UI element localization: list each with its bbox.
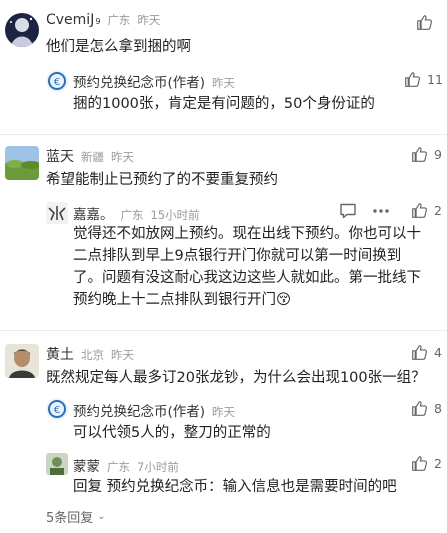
more-button[interactable]	[371, 202, 391, 220]
username[interactable]: 预约兑换纪念币(作者)	[73, 71, 205, 91]
author-avatar-image: €	[46, 398, 68, 420]
username[interactable]: 蒙蒙	[73, 455, 100, 475]
thumbs-up-icon	[412, 147, 428, 162]
like-button[interactable]: 9	[411, 146, 442, 163]
avatar[interactable]	[5, 344, 39, 378]
author-avatar-image: €	[46, 70, 68, 92]
reply-meta: 蒙蒙 广东 7小时前	[73, 455, 179, 475]
username[interactable]: CvemiJ	[46, 12, 94, 28]
like-count: 8	[434, 401, 442, 416]
kissing-emoji: 😚	[276, 292, 292, 308]
thumbs-up-icon	[412, 203, 428, 218]
more-replies-label: 5条回复	[46, 511, 94, 526]
like-button[interactable]: 11	[404, 71, 443, 88]
reply-meta: 预约兑换纪念币(作者) 昨天	[73, 71, 235, 91]
avatar[interactable]	[5, 13, 39, 47]
comment-item: CvemiJ 9 广东 昨天 他们是怎么拿到捆的啊 € 预约兑换纪念币(作者) 昨…	[0, 0, 447, 140]
like-count: 4	[434, 345, 442, 360]
like-count: 11	[427, 72, 443, 87]
avatar[interactable]	[46, 202, 68, 224]
thumbs-up-icon	[412, 456, 428, 471]
timestamp: 昨天	[212, 405, 236, 419]
avatar[interactable]: €	[46, 398, 68, 420]
more-dots-icon	[373, 209, 389, 213]
comment-meta: 黄土 北京 昨天	[46, 344, 134, 364]
reply-text: 捆的1000张，肯定是有问题的，50个身份证的	[73, 96, 375, 112]
reply-meta: 预约兑换纪念币(作者) 昨天	[73, 400, 235, 420]
chevron-down-icon: ⌄	[97, 511, 106, 522]
avatar-image	[46, 453, 68, 475]
thumbs-up-icon	[412, 401, 428, 416]
thumbs-up-icon	[405, 72, 421, 87]
svg-text:€: €	[54, 405, 60, 416]
avatar[interactable]: €	[46, 70, 68, 92]
timestamp: 昨天	[212, 76, 236, 90]
comment-meta: 蓝天 新疆 昨天	[46, 146, 134, 166]
location: 北京	[81, 348, 104, 362]
like-button[interactable]: 4	[411, 344, 442, 361]
like-button[interactable]	[416, 14, 433, 31]
thumbs-up-icon	[412, 345, 428, 360]
timestamp: 15小时前	[150, 208, 200, 222]
reply-text-line: 预约晚上十二点排队到银行开门😚	[73, 292, 292, 308]
reply-text: 可以代领5人的，整刀的正常的	[73, 425, 271, 441]
svg-text:€: €	[54, 77, 60, 88]
timestamp: 昨天	[137, 13, 161, 27]
like-count: 9	[434, 147, 442, 162]
comment-text: 他们是怎么拿到捆的啊	[46, 39, 191, 55]
username[interactable]: 嘉嘉。	[73, 203, 114, 223]
like-count: 2	[434, 456, 442, 471]
reply-text-line: 觉得还不如放网上预约。现在出线下预约。你也可以十	[73, 226, 421, 242]
username[interactable]: 黄土	[46, 344, 74, 364]
comment-icon	[340, 203, 356, 219]
comment-meta: CvemiJ 9 广东 昨天	[46, 12, 160, 28]
avatar-image	[46, 202, 68, 224]
thumbs-up-icon	[417, 15, 433, 30]
reply-meta: 嘉嘉。 广东 15小时前	[73, 203, 200, 223]
like-button[interactable]: 2	[411, 202, 442, 219]
timestamp: 昨天	[111, 150, 134, 164]
comment-item: 黄土 北京 昨天 4 既然规定每人最多订20张龙钞，为什么会出现100张一组？ …	[0, 330, 447, 533]
location: 新疆	[81, 150, 104, 164]
reply-text-line: 了。问题有没这耐心我这边这些人就如此。第一批线下	[73, 270, 421, 286]
reply-text: 回复 预约兑换纪念币：输入信息也是需要时间的吧	[73, 479, 397, 495]
vip-badge: 9	[95, 17, 101, 26]
avatar-image	[5, 13, 39, 47]
avatar[interactable]	[5, 146, 39, 180]
avatar[interactable]	[46, 453, 68, 475]
timestamp: 昨天	[111, 348, 134, 362]
reply-text: 觉得还不如放网上预约。现在出线下预约。你也可以十 二点排队到早上9点银行开门你就…	[73, 223, 443, 311]
like-button[interactable]: 2	[411, 455, 442, 472]
location: 广东	[107, 460, 130, 474]
reply-button[interactable]	[338, 202, 358, 220]
username[interactable]: 蓝天	[46, 146, 74, 166]
username[interactable]: 预约兑换纪念币(作者)	[73, 400, 205, 420]
like-button[interactable]: 8	[411, 400, 442, 417]
avatar-image	[5, 344, 39, 378]
avatar-image	[5, 146, 39, 180]
comment-text: 既然规定每人最多订20张龙钞，为什么会出现100张一组？	[46, 370, 426, 386]
location: 广东	[107, 13, 131, 27]
reply-text-line: 二点排队到早上9点银行开门你就可以第一时间换到	[73, 248, 402, 264]
timestamp: 7小时前	[137, 460, 179, 474]
comment-item: 蓝天 新疆 昨天 9 希望能制止已预约了的不要重复预约 嘉嘉。 广东 15小时前	[0, 134, 447, 334]
comment-text: 希望能制止已预约了的不要重复预约	[46, 172, 278, 188]
location: 广东	[120, 208, 144, 222]
like-count: 2	[434, 203, 442, 218]
more-replies-link[interactable]: 5条回复 ⌄	[46, 507, 106, 526]
